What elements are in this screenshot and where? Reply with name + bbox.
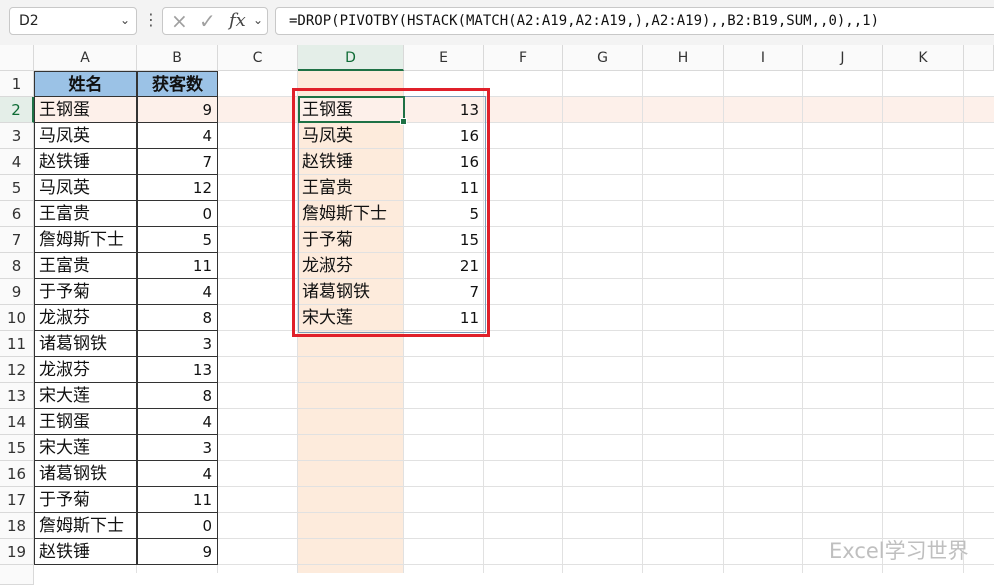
count-cell[interactable]: 0 bbox=[137, 513, 218, 539]
name-cell[interactable]: 王富贵 bbox=[34, 253, 137, 279]
row-header-6[interactable]: 6 bbox=[0, 201, 34, 227]
row-header-11[interactable]: 11 bbox=[0, 331, 34, 357]
name-cell[interactable]: 王富贵 bbox=[34, 201, 137, 227]
name-cell[interactable]: 于予菊 bbox=[34, 487, 137, 513]
name-cell[interactable]: 诸葛钢铁 bbox=[34, 461, 137, 487]
count-cell[interactable]: 11 bbox=[137, 487, 218, 513]
gridline bbox=[723, 71, 724, 573]
column-header-j[interactable]: J bbox=[803, 45, 883, 71]
count-cell[interactable]: 4 bbox=[137, 461, 218, 487]
row-header-1[interactable]: 1 bbox=[0, 71, 34, 97]
cancel-icon[interactable]: × bbox=[171, 9, 188, 33]
name-cell[interactable]: 赵铁锤 bbox=[34, 149, 137, 175]
formula-text: =DROP(PIVOTBY(HSTACK(MATCH(A2:A19,A2:A19… bbox=[289, 13, 880, 29]
count-cell[interactable]: 11 bbox=[137, 253, 218, 279]
row-header-14[interactable]: 14 bbox=[0, 409, 34, 435]
name-cell[interactable]: 詹姆斯下士 bbox=[34, 513, 137, 539]
column-header-c[interactable]: C bbox=[218, 45, 298, 71]
result-highlight-box bbox=[292, 88, 490, 337]
row-header-9[interactable]: 9 bbox=[0, 279, 34, 305]
formula-controls: × ✓ fx ⌄ bbox=[162, 7, 268, 35]
row-header-10[interactable]: 10 bbox=[0, 305, 34, 331]
row-header-5[interactable]: 5 bbox=[0, 175, 34, 201]
row-header-15[interactable]: 15 bbox=[0, 435, 34, 461]
chevron-down-icon[interactable]: ⌄ bbox=[253, 13, 263, 27]
count-cell[interactable]: 13 bbox=[137, 357, 218, 383]
column-header-h[interactable]: H bbox=[643, 45, 724, 71]
insert-function-icon[interactable]: fx bbox=[229, 10, 246, 31]
count-cell[interactable]: 5 bbox=[137, 227, 218, 253]
count-cell[interactable]: 7 bbox=[137, 149, 218, 175]
column-header-b[interactable]: B bbox=[137, 45, 218, 71]
gridline bbox=[963, 71, 964, 573]
name-cell[interactable]: 王钢蛋 bbox=[34, 409, 137, 435]
name-cell[interactable]: 龙淑芬 bbox=[34, 357, 137, 383]
row-header-7[interactable]: 7 bbox=[0, 227, 34, 253]
name-cell[interactable]: 马凤英 bbox=[34, 123, 137, 149]
gridline bbox=[802, 71, 803, 573]
name-cell[interactable]: 赵铁锤 bbox=[34, 539, 137, 565]
gridline bbox=[882, 71, 883, 573]
count-cell[interactable]: 12 bbox=[137, 175, 218, 201]
formula-input[interactable]: =DROP(PIVOTBY(HSTACK(MATCH(A2:A19,A2:A19… bbox=[275, 7, 994, 35]
column-header-d[interactable]: D bbox=[298, 45, 404, 71]
count-cell[interactable]: 4 bbox=[137, 409, 218, 435]
count-cell[interactable]: 3 bbox=[137, 435, 218, 461]
name-cell[interactable]: 王钢蛋 bbox=[34, 97, 137, 123]
column-header-e[interactable]: E bbox=[404, 45, 484, 71]
column-header-f[interactable]: F bbox=[484, 45, 563, 71]
count-cell[interactable]: 8 bbox=[137, 383, 218, 409]
header-cell-name[interactable]: 姓名 bbox=[34, 71, 137, 97]
row-header-16[interactable]: 16 bbox=[0, 461, 34, 487]
column-header-partial[interactable] bbox=[964, 45, 994, 71]
name-cell[interactable]: 马凤英 bbox=[34, 175, 137, 201]
count-cell[interactable]: 9 bbox=[137, 539, 218, 565]
row-header-partial[interactable] bbox=[0, 565, 34, 585]
watermark: Excel学习世界 bbox=[829, 539, 969, 563]
column-header-a[interactable]: A bbox=[34, 45, 137, 71]
more-options-icon[interactable]: ⋮ bbox=[143, 10, 159, 29]
name-cell[interactable]: 宋大莲 bbox=[34, 383, 137, 409]
row-header-3[interactable]: 3 bbox=[0, 123, 34, 149]
select-all-corner[interactable] bbox=[0, 45, 34, 71]
count-cell[interactable]: 8 bbox=[137, 305, 218, 331]
row-header-12[interactable]: 12 bbox=[0, 357, 34, 383]
name-box[interactable]: D2 ⌄ bbox=[9, 7, 137, 35]
header-cell-count[interactable]: 获客数 bbox=[137, 71, 218, 97]
name-cell[interactable]: 詹姆斯下士 bbox=[34, 227, 137, 253]
row-header-19[interactable]: 19 bbox=[0, 539, 34, 565]
count-cell[interactable]: 0 bbox=[137, 201, 218, 227]
gridline bbox=[562, 71, 563, 573]
row-header-17[interactable]: 17 bbox=[0, 487, 34, 513]
row-header-13[interactable]: 13 bbox=[0, 383, 34, 409]
row-header-8[interactable]: 8 bbox=[0, 253, 34, 279]
name-cell[interactable]: 于予菊 bbox=[34, 279, 137, 305]
name-cell[interactable]: 诸葛钢铁 bbox=[34, 331, 137, 357]
count-cell[interactable]: 4 bbox=[137, 123, 218, 149]
row-header-18[interactable]: 18 bbox=[0, 513, 34, 539]
row-header-2[interactable]: 2 bbox=[0, 97, 34, 123]
formula-bar: D2 ⌄ ⋮ × ✓ fx ⌄ =DROP(PIVOTBY(HSTACK(MAT… bbox=[0, 0, 994, 45]
count-cell[interactable]: 4 bbox=[137, 279, 218, 305]
enter-icon[interactable]: ✓ bbox=[199, 9, 216, 33]
fill-handle[interactable] bbox=[400, 118, 407, 125]
chevron-down-icon[interactable]: ⌄ bbox=[120, 13, 130, 27]
count-cell[interactable]: 3 bbox=[137, 331, 218, 357]
column-header-i[interactable]: I bbox=[724, 45, 803, 71]
column-header-g[interactable]: G bbox=[563, 45, 643, 71]
count-cell[interactable]: 9 bbox=[137, 97, 218, 123]
name-cell[interactable]: 宋大莲 bbox=[34, 435, 137, 461]
active-cell[interactable] bbox=[298, 96, 407, 125]
column-header-k[interactable]: K bbox=[883, 45, 964, 71]
gridline bbox=[642, 71, 643, 573]
name-box-value: D2 bbox=[19, 13, 39, 29]
row-header-4[interactable]: 4 bbox=[0, 149, 34, 175]
name-cell[interactable]: 龙淑芬 bbox=[34, 305, 137, 331]
